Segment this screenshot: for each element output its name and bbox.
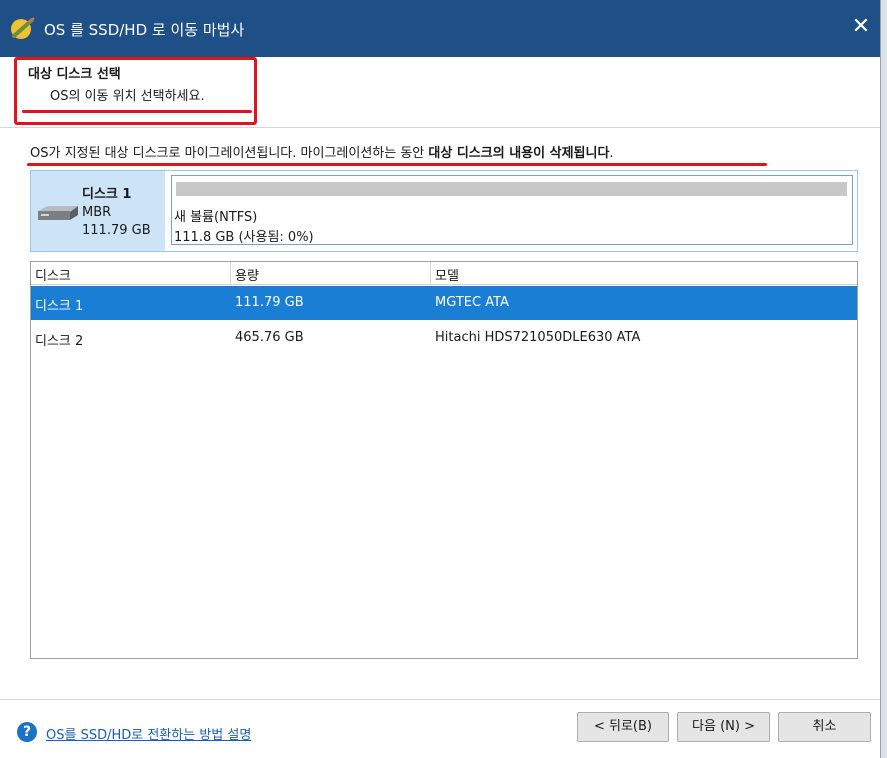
hdd-icon xyxy=(38,206,78,220)
wizard-window: OS 를 SSD/HD 로 이동 마법사 ✕ 대상 디스크 선택 OS의 이동 … xyxy=(0,0,881,758)
migration-warning-text: OS가 지정된 대상 디스크로 마이그레이션됩니다. 마이그레이션하는 동안 대… xyxy=(30,142,614,161)
table-header: 디스크 용량 모델 xyxy=(31,262,857,285)
red-underline-warning xyxy=(27,163,767,166)
disk-card-name: 디스크 1 xyxy=(82,187,132,202)
partition-info: 111.8 GB (사용됨: 0%) xyxy=(174,230,314,245)
red-underline-header xyxy=(22,110,252,113)
row-model: Hitachi HDS721050DLE630 ATA xyxy=(435,330,641,345)
partition-usage-bar xyxy=(176,182,847,196)
row-capacity: 111.79 GB xyxy=(235,295,304,310)
title-bar[interactable]: OS 를 SSD/HD 로 이동 마법사 ✕ xyxy=(0,0,880,57)
disk-card-style: MBR xyxy=(82,205,112,220)
cancel-button[interactable]: 취소 xyxy=(778,712,871,742)
row-model: MGTEC ATA xyxy=(435,295,509,310)
table-row[interactable]: 디스크 2 465.76 GB Hitachi HDS721050DLE630 … xyxy=(31,321,857,355)
warning-tail: . xyxy=(609,146,614,161)
disk-list-table: 디스크 용량 모델 디스크 1 111.79 GB MGTEC ATA 디스크 … xyxy=(30,261,858,659)
help-link[interactable]: OS를 SSD/HD로 전환하는 방법 설명 xyxy=(46,724,251,743)
column-divider[interactable] xyxy=(230,262,231,284)
next-button[interactable]: 다음 (N) > xyxy=(677,712,770,742)
row-disk: 디스크 1 xyxy=(35,299,84,314)
wizard-header: 대상 디스크 선택 OS의 이동 위치 선택하세요. xyxy=(0,57,880,128)
window-title: OS 를 SSD/HD 로 이동 마법사 xyxy=(44,21,245,39)
warning-normal-text: OS가 지정된 대상 디스크로 마이그레이션됩니다. 마이그레이션하는 동안 xyxy=(30,146,429,161)
column-header-capacity[interactable]: 용량 xyxy=(235,265,259,284)
back-button[interactable]: < 뒤로(B) xyxy=(577,712,669,742)
disk-card[interactable]: 디스크 1 MBR 111.79 GB xyxy=(31,171,165,251)
warning-bold-text: 대상 디스크의 내용이 삭제됩니다 xyxy=(428,146,610,161)
disk-map-panel: 디스크 1 MBR 111.79 GB 새 볼륨(NTFS) 111.8 GB … xyxy=(30,170,858,252)
red-highlight-box xyxy=(14,57,257,125)
column-divider[interactable] xyxy=(430,262,431,284)
column-header-model[interactable]: 모델 xyxy=(435,265,459,284)
partition-block[interactable]: 새 볼륨(NTFS) 111.8 GB (사용됨: 0%) xyxy=(171,175,853,245)
column-header-disk[interactable]: 디스크 xyxy=(35,265,71,284)
table-row[interactable]: 디스크 1 111.79 GB MGTEC ATA xyxy=(31,286,857,320)
wizard-app-icon xyxy=(11,17,35,39)
close-icon[interactable]: ✕ xyxy=(846,12,876,42)
footer-divider xyxy=(0,699,880,700)
row-capacity: 465.76 GB xyxy=(235,330,304,345)
row-disk: 디스크 2 xyxy=(35,334,84,349)
help-icon[interactable]: ? xyxy=(17,722,37,742)
partition-label: 새 볼륨(NTFS) xyxy=(174,210,258,225)
disk-card-size: 111.79 GB xyxy=(82,223,151,238)
